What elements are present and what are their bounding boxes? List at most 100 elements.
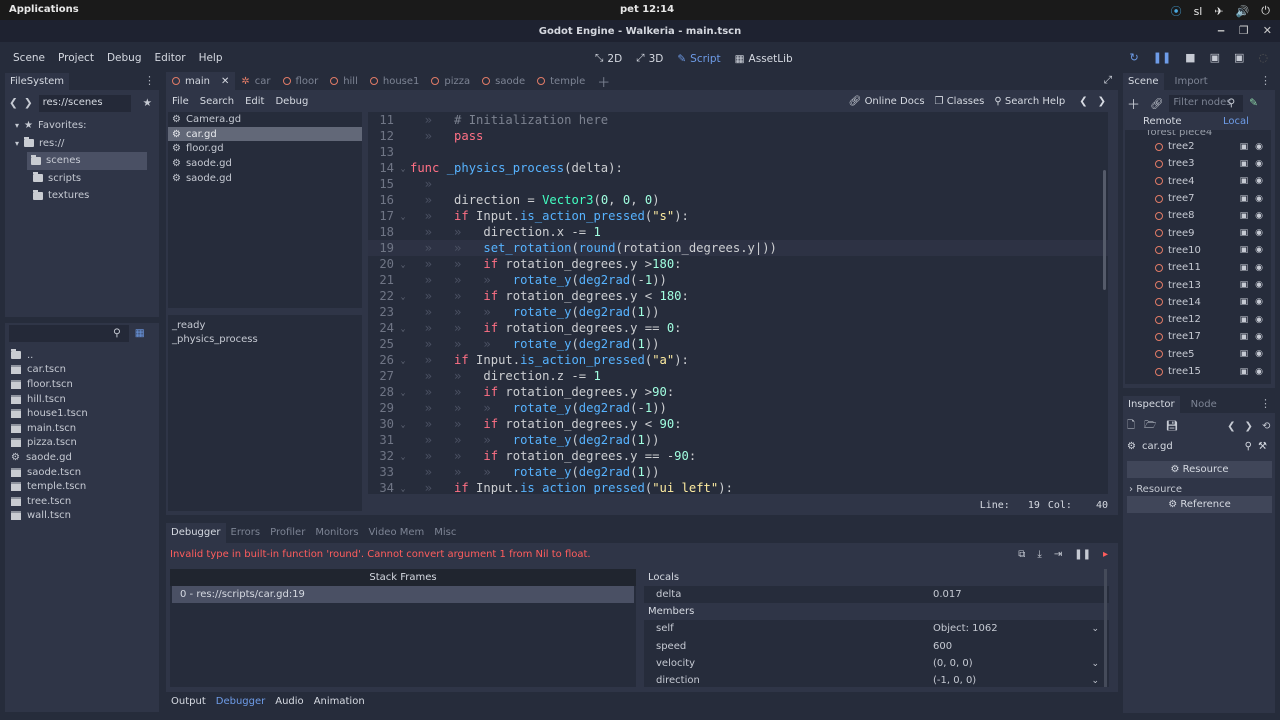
tab-saode[interactable]: saode <box>476 72 531 90</box>
menu-debug[interactable]: Debug <box>107 52 142 64</box>
scene-instance-icon[interactable]: ▣ <box>1240 228 1249 238</box>
menu-help[interactable]: Help <box>199 52 223 64</box>
copy-error-icon[interactable]: ⧉ <box>1018 549 1025 560</box>
tree-node[interactable]: tree4 ▣ ◉ <box>1125 173 1271 190</box>
visibility-eye-icon[interactable]: ◉ <box>1255 332 1263 342</box>
menu-scene[interactable]: Scene <box>13 52 45 64</box>
reload-icon[interactable]: ↻ <box>1130 51 1139 64</box>
list-item[interactable]: ⚙ saode.gd <box>168 156 362 171</box>
tab-output[interactable]: Output <box>171 696 206 707</box>
stop-icon[interactable]: ■ <box>1185 51 1195 64</box>
editor-menu-edit[interactable]: Edit <box>245 96 264 107</box>
menu-editor[interactable]: Editor <box>154 52 185 64</box>
folder-scripts[interactable]: scripts <box>9 170 155 188</box>
resource-button[interactable]: ⚙ Resource <box>1127 461 1272 478</box>
file-search-input[interactable] <box>9 324 129 342</box>
scene-instance-icon[interactable]: ▣ <box>1240 315 1249 325</box>
visibility-eye-icon[interactable]: ◉ <box>1255 263 1263 273</box>
visibility-eye-icon[interactable]: ◉ <box>1255 176 1263 186</box>
reference-button[interactable]: ⚙ Reference <box>1127 496 1272 513</box>
list-item[interactable]: .. <box>9 348 155 363</box>
tree-node[interactable]: tree12 ▣ ◉ <box>1125 311 1271 328</box>
list-item[interactable]: house1.tscn <box>9 406 155 421</box>
close-icon[interactable]: ✕ <box>1263 24 1272 37</box>
tab-hill[interactable]: hill <box>324 72 364 90</box>
history-back-icon[interactable]: ❮ <box>1227 421 1235 432</box>
editor-menu-file[interactable]: File <box>172 96 189 107</box>
list-item[interactable]: ⚙ car.gd <box>168 126 362 142</box>
scene-instance-icon[interactable]: ▣ <box>1240 159 1249 169</box>
visibility-eye-icon[interactable]: ◉ <box>1255 194 1263 204</box>
history-forward-icon[interactable]: ❯ <box>1245 421 1253 432</box>
tab-errors[interactable]: Errors <box>226 523 266 543</box>
back-icon[interactable]: ❮ <box>9 97 18 109</box>
variables-scrollbar[interactable] <box>1104 569 1107 687</box>
chevron-down-icon[interactable]: ⌄ <box>1091 659 1099 669</box>
folder-textures[interactable]: textures <box>9 187 155 205</box>
tab-house1[interactable]: house1 <box>364 72 426 90</box>
scene-instance-icon[interactable]: ▣ <box>1240 332 1249 342</box>
resource-section[interactable]: › Resource <box>1129 484 1182 495</box>
locals-section[interactable]: Locals <box>644 569 1109 586</box>
tab-scene[interactable]: Scene <box>1123 73 1164 90</box>
dock-menu-icon[interactable]: ⋮ <box>144 74 155 87</box>
visibility-eye-icon[interactable]: ◉ <box>1255 159 1263 169</box>
tab-filesystem[interactable]: FileSystem <box>5 73 70 90</box>
tab-video-mem[interactable]: Video Mem <box>364 523 430 543</box>
list-item[interactable]: tree.tscn <box>9 494 155 509</box>
tree-node[interactable]: tree8 ▣ ◉ <box>1125 207 1271 224</box>
airplane-icon[interactable]: ✈ <box>1214 5 1223 18</box>
scene-instance-icon[interactable]: ▣ <box>1240 263 1249 273</box>
save-resource-icon[interactable]: 💾︎ <box>1165 421 1178 432</box>
search-icon[interactable]: ⚲ <box>113 327 121 339</box>
visibility-eye-icon[interactable]: ◉ <box>1255 349 1263 359</box>
tree-node[interactable]: tree3 ▣ ◉ <box>1125 155 1271 172</box>
list-item[interactable]: ⚙ saode.gd <box>9 450 155 465</box>
object-history-icon[interactable]: ⟲ <box>1262 421 1270 432</box>
tab-animation[interactable]: Animation <box>314 696 365 707</box>
chevron-down-icon[interactable]: ⌄ <box>1091 624 1099 634</box>
list-item[interactable]: floor.tscn <box>9 377 155 392</box>
tree-node[interactable]: tree9 ▣ ◉ <box>1125 224 1271 241</box>
list-item[interactable]: ⚙ Camera.gd <box>168 112 362 127</box>
classes-button[interactable]: ❐ Classes <box>935 96 985 107</box>
scene-instance-icon[interactable]: ▣ <box>1240 280 1249 290</box>
list-item[interactable]: pizza.tscn <box>9 436 155 451</box>
power-icon[interactable]: ⏻ <box>1261 4 1270 18</box>
scene-instance-icon[interactable]: ▣ <box>1240 176 1249 186</box>
tab-misc[interactable]: Misc <box>429 523 461 543</box>
volume-icon[interactable]: 🔊 <box>1236 5 1250 18</box>
visibility-eye-icon[interactable]: ◉ <box>1255 367 1263 377</box>
properties-icon[interactable]: ⚒ <box>1258 441 1267 452</box>
history-forward-icon[interactable]: ❯ <box>1098 96 1106 107</box>
tab-inspector[interactable]: Inspector <box>1123 396 1180 413</box>
tab-debugger-bottom[interactable]: Debugger <box>216 696 266 707</box>
dock-menu-icon[interactable]: ⋮ <box>1260 397 1271 410</box>
scene-instance-icon[interactable]: ▣ <box>1240 367 1249 377</box>
instance-scene-icon[interactable]: 🔗︎ <box>1150 97 1163 110</box>
play-scene-icon[interactable]: ▣ <box>1210 51 1220 64</box>
scene-instance-icon[interactable]: ▣ <box>1240 142 1249 152</box>
scene-instance-icon[interactable]: ▣ <box>1240 349 1249 359</box>
visibility-eye-icon[interactable]: ◉ <box>1255 245 1263 255</box>
tab-car[interactable]: ✲ car <box>235 72 276 90</box>
tree-node[interactable]: tree15 ▣ ◉ <box>1125 363 1271 380</box>
visibility-eye-icon[interactable]: ◉ <box>1255 228 1263 238</box>
list-item[interactable]: ⚙ saode.gd <box>168 171 362 186</box>
root-row[interactable]: ▾ res:// <box>9 135 155 153</box>
scene-instance-icon[interactable]: ▣ <box>1240 194 1249 204</box>
tab-profiler[interactable]: Profiler <box>265 523 310 543</box>
tree-node[interactable]: tree10 ▣ ◉ <box>1125 242 1271 259</box>
folder-scenes[interactable]: scenes <box>27 152 147 170</box>
tab-temple[interactable]: temple <box>531 72 591 90</box>
favorites-row[interactable]: ▾ ★ Favorites: <box>9 117 155 135</box>
tab-node[interactable]: Node <box>1186 396 1222 413</box>
dock-menu-icon[interactable]: ⋮ <box>1260 74 1271 87</box>
tree-node[interactable]: tree11 ▣ ◉ <box>1125 259 1271 276</box>
visibility-eye-icon[interactable]: ◉ <box>1255 211 1263 221</box>
scene-instance-icon[interactable]: ▣ <box>1240 297 1249 307</box>
tree-node[interactable]: tree2 ▣ ◉ <box>1125 138 1271 155</box>
mode-2d-button[interactable]: ⤡ 2D <box>595 52 622 65</box>
tab-pizza[interactable]: pizza <box>425 72 476 90</box>
list-item[interactable]: ⚙ floor.gd <box>168 141 362 156</box>
